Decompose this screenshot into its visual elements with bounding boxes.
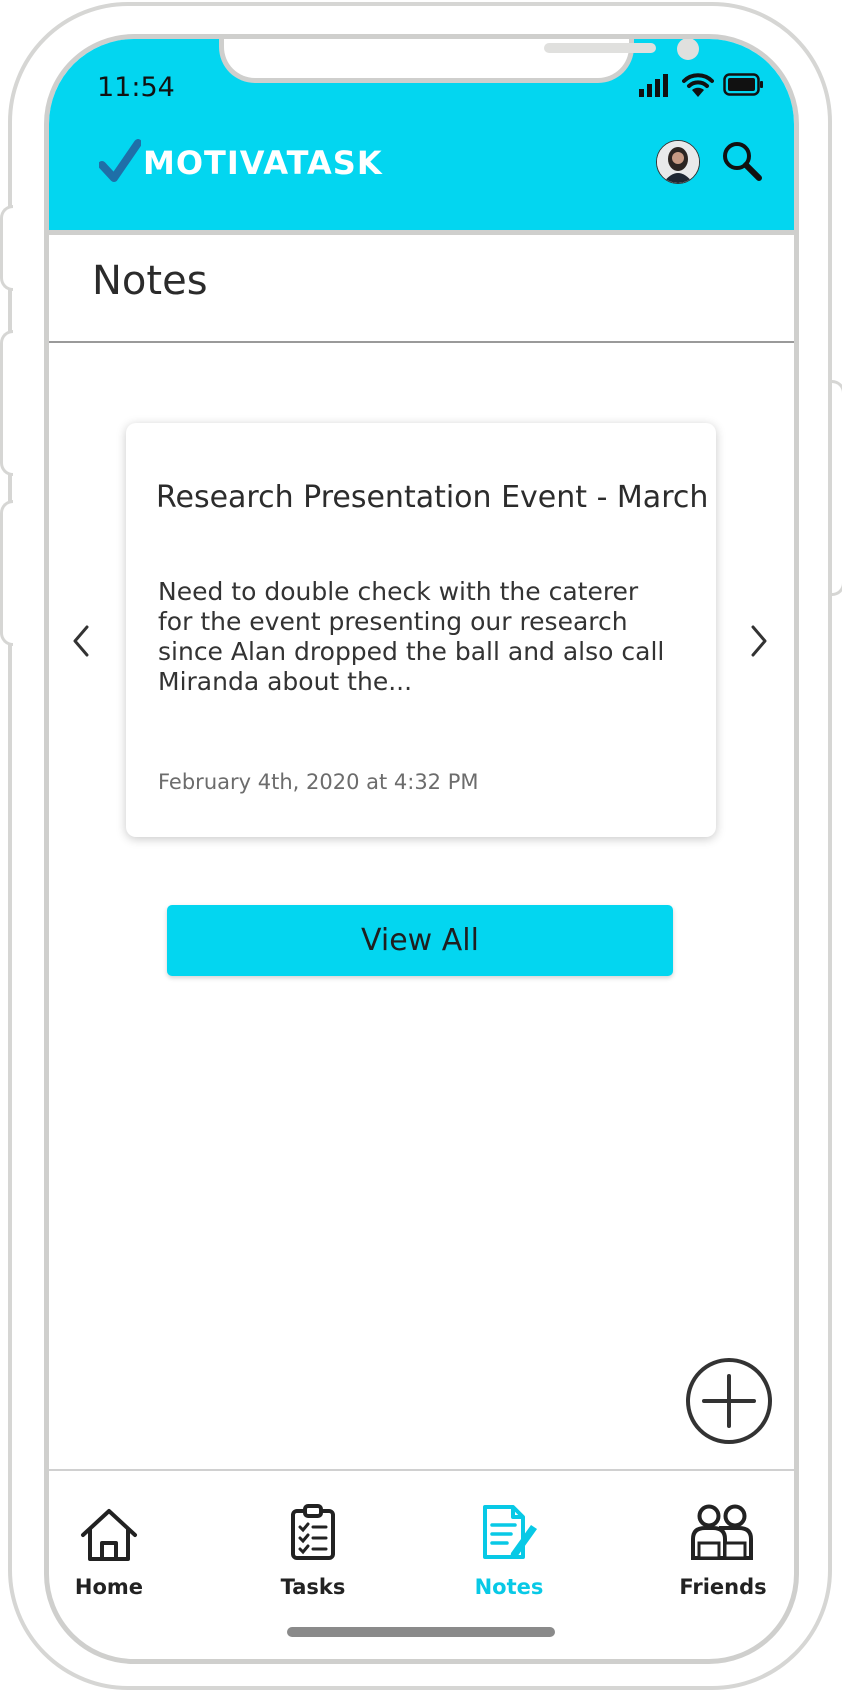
nav-item-tasks[interactable]: Tasks	[243, 1471, 383, 1611]
checkmark-logo-icon	[99, 139, 141, 182]
battery-icon	[723, 73, 763, 96]
avatar[interactable]	[656, 140, 700, 184]
nav-label-notes: Notes	[474, 1575, 544, 1599]
view-all-button[interactable]: View All	[167, 905, 673, 976]
status-time: 11:54	[97, 72, 175, 103]
bottom-nav: Home Tasks Notes Friends	[49, 1471, 794, 1631]
device-notch	[219, 39, 699, 83]
wifi-icon	[682, 73, 714, 97]
nav-item-notes[interactable]: Notes	[439, 1471, 579, 1611]
people-icon	[691, 1504, 753, 1560]
note-card[interactable]: Research Presentation Event - March Need…	[126, 423, 716, 837]
brand-name: MOTIVATASK	[143, 144, 383, 182]
power-button	[832, 380, 842, 596]
home-indicator	[287, 1627, 555, 1637]
page-title: Notes	[92, 258, 208, 304]
add-note-plus-icon[interactable]	[685, 1357, 773, 1445]
nav-label-home: Home	[74, 1575, 144, 1599]
chevron-right-icon[interactable]	[749, 624, 769, 658]
volume-down-button	[0, 500, 13, 646]
home-icon	[81, 1509, 137, 1561]
speaker	[544, 43, 656, 53]
search-icon[interactable]	[721, 140, 763, 182]
profile-photo-icon	[657, 141, 699, 183]
mute-switch	[0, 205, 13, 291]
nav-label-friends: Friends	[679, 1575, 767, 1599]
nav-label-tasks: Tasks	[280, 1575, 346, 1599]
signal-icon	[639, 74, 668, 97]
nav-item-friends[interactable]: Friends	[653, 1471, 793, 1611]
title-divider	[49, 341, 794, 343]
note-preview: Need to double check with the caterer fo…	[158, 577, 665, 696]
front-camera	[677, 39, 699, 60]
chevron-left-icon[interactable]	[71, 624, 91, 658]
note-date: February 4th, 2020 at 4:32 PM	[158, 770, 479, 794]
nav-item-home[interactable]: Home	[49, 1471, 179, 1611]
screen: 11:54 MOTIVATASK Notes Research Presenta…	[44, 34, 799, 1664]
volume-up-button	[0, 330, 13, 476]
clipboard-icon	[291, 1504, 335, 1560]
notepad-pencil-icon	[483, 1505, 537, 1559]
note-title: Research Presentation Event - March	[156, 480, 709, 515]
